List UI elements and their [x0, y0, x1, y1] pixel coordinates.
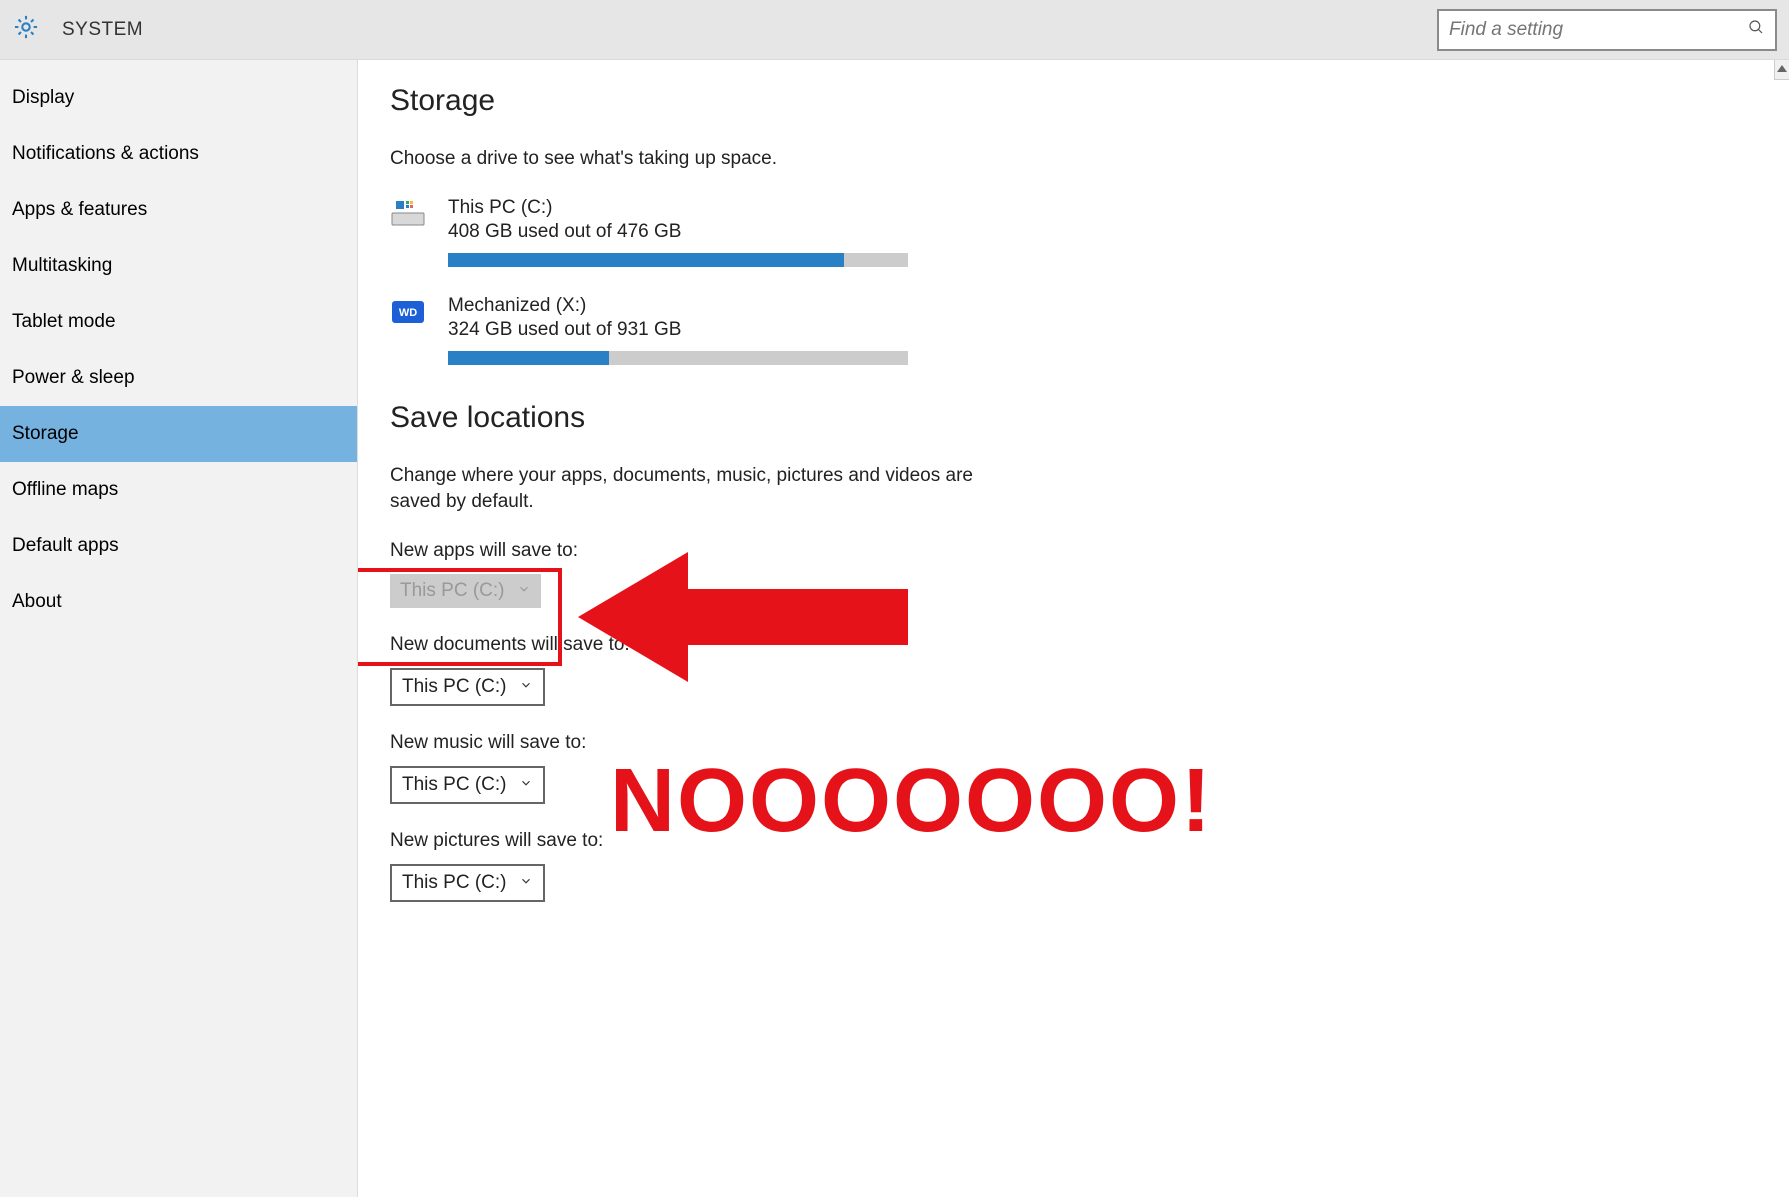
main-panel: Storage Choose a drive to see what's tak…: [358, 60, 1789, 1197]
save-locations-heading: Save locations: [390, 401, 1757, 435]
save-pictures-block: New pictures will save to: This PC (C:): [390, 830, 1757, 902]
sidebar-item-label: Multitasking: [12, 255, 112, 276]
sidebar-item-tablet-mode[interactable]: Tablet mode: [0, 294, 357, 350]
sidebar-item-label: Display: [12, 87, 74, 108]
save-label: New documents will save to:: [390, 634, 1757, 656]
sidebar-item-label: Power & sleep: [12, 367, 135, 388]
sidebar-item-apps-features[interactable]: Apps & features: [0, 182, 357, 238]
save-documents-dropdown[interactable]: This PC (C:): [390, 668, 545, 706]
usage-bar-fill: [448, 253, 844, 267]
save-music-dropdown[interactable]: This PC (C:): [390, 766, 545, 804]
sidebar-item-storage[interactable]: Storage: [0, 406, 357, 462]
page-title: SYSTEM: [62, 19, 143, 41]
sidebar-item-label: Notifications & actions: [12, 143, 199, 164]
drive-name: This PC (C:): [448, 197, 908, 219]
storage-heading: Storage: [390, 84, 1757, 118]
sidebar-item-notifications[interactable]: Notifications & actions: [0, 126, 357, 182]
dropdown-value: This PC (C:): [402, 872, 507, 894]
save-documents-block: New documents will save to: This PC (C:): [390, 634, 1757, 706]
usage-bar-fill: [448, 351, 609, 365]
sidebar: Display Notifications & actions Apps & f…: [0, 60, 358, 1197]
dropdown-value: This PC (C:): [400, 580, 505, 602]
sidebar-item-label: Apps & features: [12, 199, 147, 220]
scrollbar-up-icon[interactable]: [1774, 60, 1789, 80]
local-disk-icon: [390, 199, 430, 234]
save-locations-description: Change where your apps, documents, music…: [390, 463, 990, 516]
svg-text:WD: WD: [399, 307, 417, 319]
drive-usage: 408 GB used out of 476 GB: [448, 221, 908, 243]
search-field[interactable]: [1449, 19, 1747, 41]
save-apps-block: New apps will save to: This PC (C:): [390, 540, 1757, 608]
chevron-down-icon: [517, 580, 531, 602]
save-music-block: New music will save to: This PC (C:): [390, 732, 1757, 804]
sidebar-item-label: Offline maps: [12, 479, 118, 500]
wd-disk-icon: WD: [390, 297, 430, 332]
header-bar: SYSTEM: [0, 0, 1789, 60]
sidebar-item-label: About: [12, 591, 62, 612]
sidebar-item-offline-maps[interactable]: Offline maps: [0, 462, 357, 518]
sidebar-item-default-apps[interactable]: Default apps: [0, 518, 357, 574]
drive-row[interactable]: This PC (C:) 408 GB used out of 476 GB: [390, 197, 1757, 267]
search-icon: [1747, 18, 1765, 41]
save-apps-dropdown: This PC (C:): [390, 574, 541, 608]
drive-usage: 324 GB used out of 931 GB: [448, 319, 908, 341]
drive-name: Mechanized (X:): [448, 295, 908, 317]
drive-row[interactable]: WD Mechanized (X:) 324 GB used out of 93…: [390, 295, 1757, 365]
usage-bar: [448, 351, 908, 365]
gear-icon: [12, 13, 40, 46]
sidebar-item-label: Default apps: [12, 535, 119, 556]
search-input[interactable]: [1437, 9, 1777, 51]
save-label: New apps will save to:: [390, 540, 1757, 562]
sidebar-item-label: Storage: [12, 423, 79, 444]
chevron-down-icon: [519, 676, 533, 698]
chevron-down-icon: [519, 872, 533, 894]
sidebar-item-multitasking[interactable]: Multitasking: [0, 238, 357, 294]
usage-bar: [448, 253, 908, 267]
sidebar-item-label: Tablet mode: [12, 311, 116, 332]
chevron-down-icon: [519, 774, 533, 796]
sidebar-item-power-sleep[interactable]: Power & sleep: [0, 350, 357, 406]
storage-subtitle: Choose a drive to see what's taking up s…: [390, 146, 990, 173]
save-label: New music will save to:: [390, 732, 1757, 754]
sidebar-item-display[interactable]: Display: [0, 70, 357, 126]
dropdown-value: This PC (C:): [402, 676, 507, 698]
save-pictures-dropdown[interactable]: This PC (C:): [390, 864, 545, 902]
sidebar-item-about[interactable]: About: [0, 574, 357, 630]
dropdown-value: This PC (C:): [402, 774, 507, 796]
save-label: New pictures will save to:: [390, 830, 1757, 852]
